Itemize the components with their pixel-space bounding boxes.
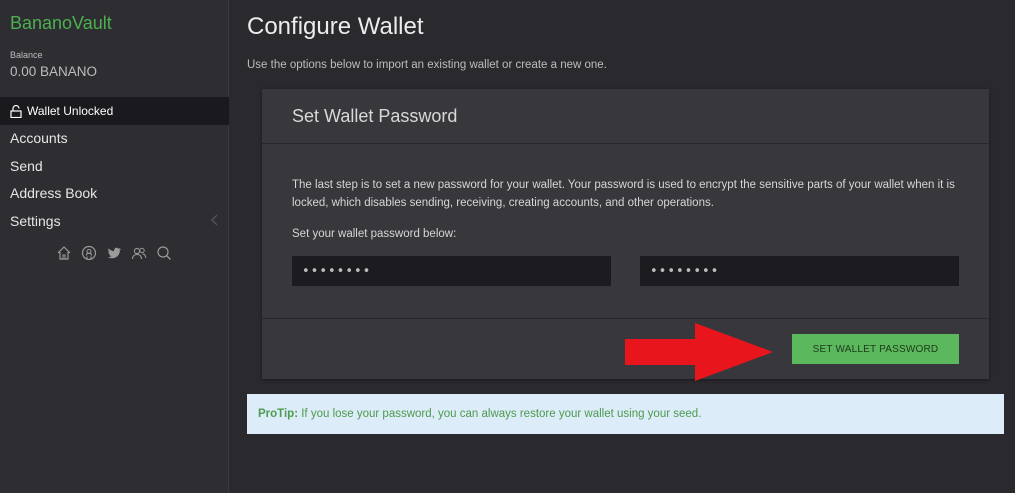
page-subtitle: Use the options below to import an exist… bbox=[247, 59, 607, 71]
social-links bbox=[56, 245, 172, 261]
sidebar-item-accounts[interactable]: Accounts bbox=[0, 125, 229, 153]
sidebar: BananoVault Balance 0.00 BANANO Wallet U… bbox=[0, 0, 229, 493]
twitter-icon[interactable] bbox=[106, 245, 122, 261]
protip-prefix: ProTip: bbox=[258, 408, 299, 420]
collapse-sidebar-chevron-icon[interactable] bbox=[209, 214, 221, 226]
password-label: Set your wallet password below: bbox=[292, 228, 457, 240]
sidebar-item-send[interactable]: Send bbox=[0, 153, 229, 181]
page-title: Configure Wallet bbox=[247, 13, 424, 40]
red-arrow-annotation bbox=[625, 323, 773, 381]
users-icon[interactable] bbox=[131, 245, 147, 261]
sidebar-nav: Accounts Send Address Book Settings bbox=[0, 125, 229, 235]
lock-status-label: Wallet Unlocked bbox=[27, 104, 114, 118]
main-content: Configure Wallet Use the options below t… bbox=[230, 0, 1015, 493]
home-icon[interactable] bbox=[56, 245, 72, 261]
wallet-lock-status[interactable]: Wallet Unlocked bbox=[0, 97, 229, 125]
card-description: The last step is to set a new password f… bbox=[292, 179, 955, 209]
balance-value: 0.00 BANANO bbox=[10, 64, 98, 79]
brand-logo[interactable]: BananoVault bbox=[10, 13, 112, 34]
sidebar-item-address-book[interactable]: Address Book bbox=[0, 180, 229, 208]
github-icon[interactable] bbox=[81, 245, 97, 261]
protip-banner: ProTip: If you lose your password, you c… bbox=[247, 394, 1004, 434]
confirm-password-input[interactable] bbox=[640, 256, 959, 286]
sidebar-item-settings-label: Settings bbox=[10, 212, 61, 229]
balance-label: Balance bbox=[10, 50, 43, 60]
search-icon[interactable] bbox=[156, 245, 172, 261]
password-input[interactable] bbox=[292, 256, 611, 286]
set-wallet-password-button[interactable]: SET WALLET PASSWORD bbox=[792, 334, 959, 364]
sidebar-item-settings[interactable]: Settings bbox=[0, 208, 229, 236]
password-fields bbox=[292, 256, 959, 286]
protip-text: If you lose your password, you can alway… bbox=[298, 408, 702, 420]
card-title: Set Wallet Password bbox=[262, 89, 989, 144]
unlock-icon bbox=[10, 104, 22, 118]
card-body: The last step is to set a new password f… bbox=[262, 144, 989, 318]
